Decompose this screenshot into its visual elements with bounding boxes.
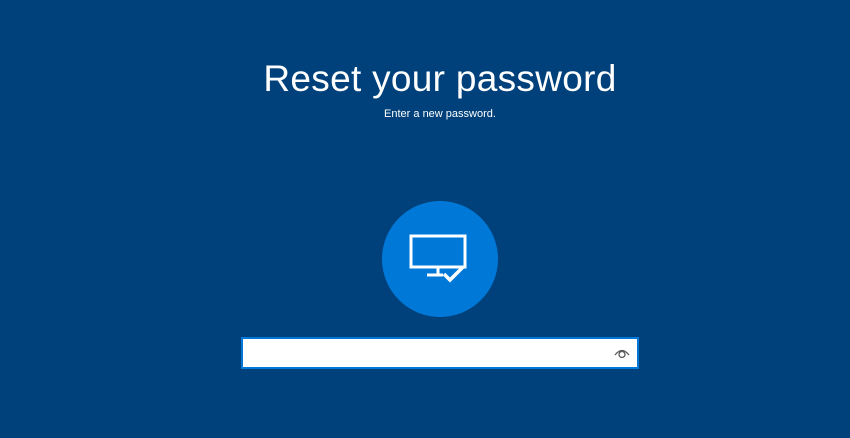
- avatar: [382, 201, 498, 317]
- reveal-password-button[interactable]: [613, 345, 631, 361]
- page-subtitle: Enter a new password.: [384, 108, 496, 120]
- monitor-check-icon: [409, 234, 467, 283]
- new-password-input[interactable]: [243, 339, 603, 367]
- password-field[interactable]: [241, 337, 639, 369]
- eye-icon: [614, 349, 630, 359]
- page-title: Reset your password: [263, 58, 617, 99]
